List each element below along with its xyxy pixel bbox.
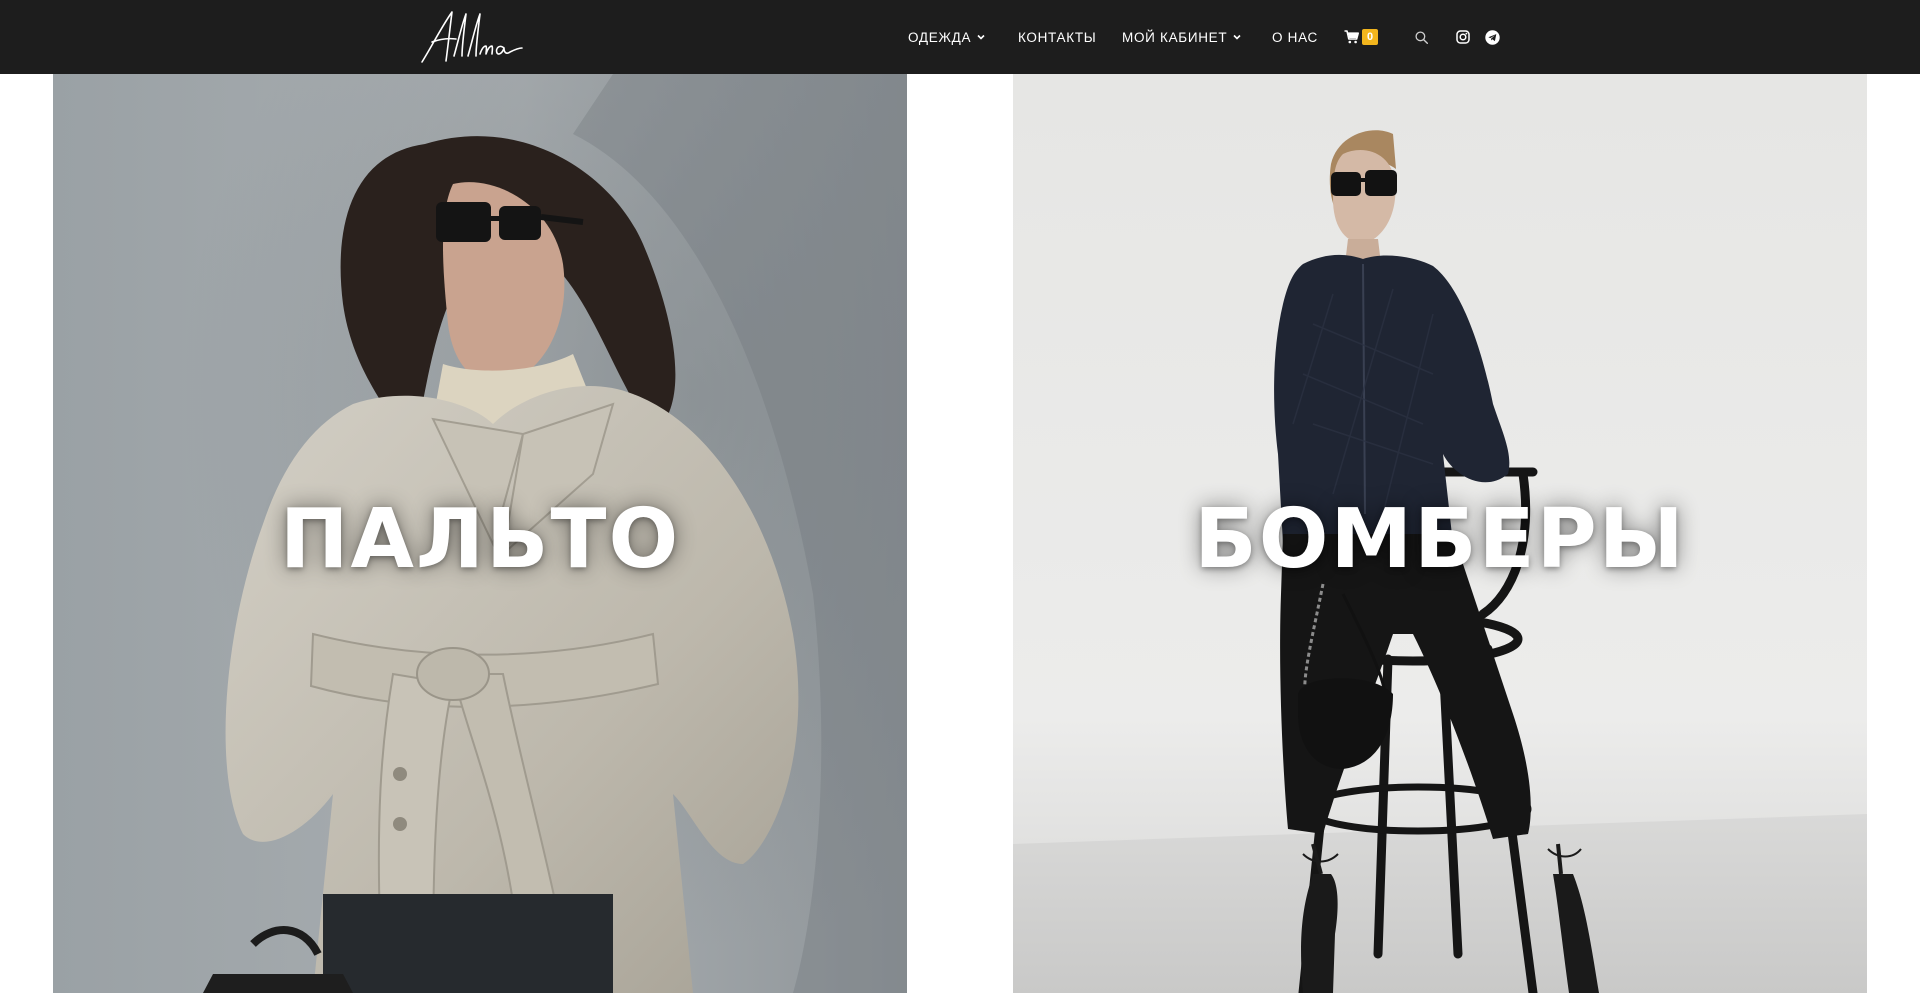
category-title-bombers: БОМБЕРЫ xyxy=(1194,492,1686,587)
nav-item-clothing[interactable]: ОДЕЖДА xyxy=(908,0,986,74)
chevron-down-icon xyxy=(976,32,986,42)
nav-item-label: О НАС xyxy=(1272,29,1318,45)
nav-item-label: ОДЕЖДА xyxy=(908,29,972,45)
cart-count-badge: 0 xyxy=(1362,29,1378,45)
chevron-down-icon xyxy=(1232,32,1242,42)
nav-item-label: МОЙ КАБИНЕТ xyxy=(1122,29,1228,45)
instagram-icon xyxy=(1456,30,1470,44)
site-header: ОДЕЖДА КОНТАКТЫ МОЙ КАБИНЕТ О НАС 0 xyxy=(0,0,1920,74)
category-tile-coats[interactable]: ПАЛЬТО xyxy=(53,74,907,993)
nav-item-label: КОНТАКТЫ xyxy=(1018,29,1097,45)
search-button[interactable] xyxy=(1414,0,1428,74)
cart-button[interactable]: 0 xyxy=(1344,0,1378,74)
cart-icon xyxy=(1344,30,1359,44)
nav-item-my-account[interactable]: МОЙ КАБИНЕТ xyxy=(1122,0,1242,74)
category-tile-bombers[interactable]: БОМБЕРЫ xyxy=(1013,74,1867,993)
category-title-coats: ПАЛЬТО xyxy=(279,492,681,587)
search-icon xyxy=(1414,30,1428,44)
site-logo[interactable] xyxy=(418,6,524,66)
nav-item-contacts[interactable]: КОНТАКТЫ xyxy=(1018,0,1096,74)
telegram-link[interactable] xyxy=(1485,0,1500,74)
nav-item-about[interactable]: О НАС xyxy=(1272,0,1318,74)
telegram-icon xyxy=(1485,29,1500,45)
instagram-link[interactable] xyxy=(1456,0,1470,74)
logo-script-mark xyxy=(421,11,523,63)
